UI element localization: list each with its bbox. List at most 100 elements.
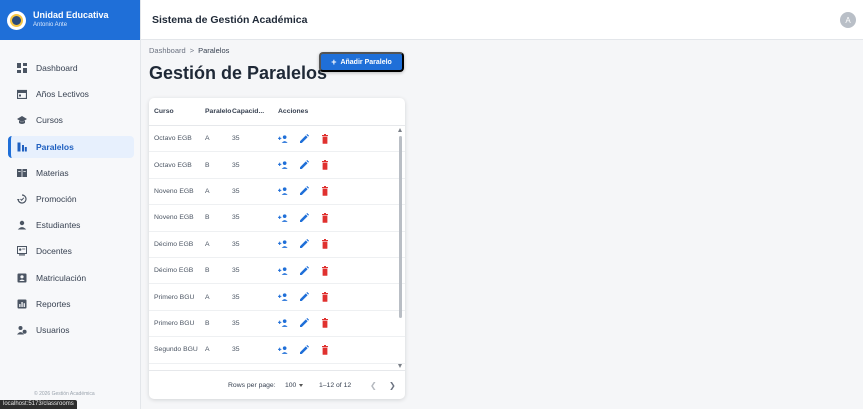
sidebar-item-promocion[interactable]: Promoción xyxy=(8,188,134,210)
avatar[interactable]: A xyxy=(840,12,856,28)
cell-acciones xyxy=(272,239,405,250)
sidebar-item-materias[interactable]: Materias xyxy=(8,162,134,184)
edit-pencil-icon[interactable] xyxy=(299,186,309,196)
delete-trash-icon[interactable] xyxy=(320,186,330,197)
assign-student-icon[interactable] xyxy=(278,213,288,223)
assign-student-icon[interactable] xyxy=(278,134,288,144)
edit-pencil-icon[interactable] xyxy=(299,318,309,328)
cell-curso: Noveno EGB xyxy=(154,187,194,195)
add-paralelo-label: Añadir Paralelo xyxy=(340,58,392,66)
cell-acciones xyxy=(272,318,405,329)
table-row[interactable]: Noveno EGB A 35 xyxy=(149,179,405,206)
table-row[interactable]: Noveno EGB B 35 xyxy=(149,205,405,232)
column-header-curso[interactable]: Curso xyxy=(149,108,201,115)
breadcrumb-separator: > xyxy=(189,46,195,55)
delete-trash-icon[interactable] xyxy=(320,160,330,170)
edit-pencil-icon[interactable] xyxy=(299,344,309,355)
table-row[interactable]: Primero BGU A 35 xyxy=(149,284,405,311)
table-row[interactable]: Décimo EGB A 35 xyxy=(149,232,405,258)
dashboard-icon xyxy=(17,63,27,73)
assign-student-icon[interactable] xyxy=(278,160,288,170)
sidebar-item-label: Dashboard xyxy=(36,63,78,73)
breadcrumb: Dashboard > Paralelos xyxy=(149,46,229,55)
edit-pencil-icon[interactable] xyxy=(299,133,309,144)
column-header-paralelo[interactable]: Paralelo xyxy=(201,108,231,115)
sidebar-item-reportes[interactable]: Reportes xyxy=(8,293,134,315)
table-scrollbar[interactable] xyxy=(398,128,403,368)
delete-trash-icon[interactable] xyxy=(320,133,330,144)
cell-capacidad: 35 xyxy=(232,214,240,222)
sidebar-nav: Dashboard Años Lectivos Cursos Paralelos… xyxy=(0,40,140,341)
sidebar-item-label: Estudiantes xyxy=(36,220,81,231)
reports-icon xyxy=(17,299,27,309)
cell-curso: Décimo EGB xyxy=(154,267,194,275)
table-row[interactable]: Segundo BGU A 35 xyxy=(149,337,405,364)
cell-capacidad: 35 xyxy=(232,267,240,275)
cell-capacidad: 35 xyxy=(232,161,240,169)
scroll-up-arrow-icon[interactable] xyxy=(398,128,402,132)
cell-curso: Octavo EGB xyxy=(154,161,192,169)
table-pagination: Rows per page: 100 1–12 of 12 ❮ ❯ xyxy=(149,370,405,399)
brand-subtitle: Antonio Ante xyxy=(33,22,68,29)
pagination-range: 1–12 of 12 xyxy=(319,381,352,389)
cell-capacidad: 35 xyxy=(232,240,240,248)
sidebar-item-label: Promoción xyxy=(36,193,77,204)
delete-trash-icon[interactable] xyxy=(320,318,330,329)
sidebar-item-paralelos[interactable]: Paralelos xyxy=(8,135,134,158)
sidebar-item-matriculacion[interactable]: Matriculación xyxy=(8,267,134,289)
sidebar-item-dashboard[interactable]: Dashboard xyxy=(8,57,134,79)
delete-trash-icon[interactable] xyxy=(320,344,330,355)
table-row[interactable]: Octavo EGB A 35 xyxy=(149,126,405,153)
cell-acciones xyxy=(272,133,405,144)
sidebar-footer: © 2026 Gestión Académica xyxy=(34,391,95,397)
sidebar-item-label: Años Lectivos xyxy=(36,89,89,100)
cell-capacidad: 35 xyxy=(232,293,240,301)
table-row[interactable]: Primero BGU B 35 xyxy=(149,311,405,338)
table-body[interactable]: Octavo EGB A 35 Octavo EGB B 35 Noveno EGB A 35 N… xyxy=(149,126,405,370)
scroll-thumb[interactable] xyxy=(399,136,402,318)
enrollment-icon xyxy=(17,273,27,282)
cell-paralelo: A xyxy=(205,293,210,301)
page-title: Gestión de Paralelos xyxy=(149,63,328,83)
plus-icon: + xyxy=(331,56,337,67)
teacher-icon xyxy=(17,246,27,256)
cell-curso: Noveno EGB xyxy=(154,214,194,222)
next-page-button[interactable]: ❯ xyxy=(389,381,396,390)
caret-down-icon xyxy=(299,383,304,387)
delete-trash-icon[interactable] xyxy=(320,212,330,223)
rows-per-page-select[interactable]: 100 xyxy=(285,382,304,389)
table-row[interactable]: Décimo EGB B 35 xyxy=(149,258,405,285)
sidebar-item-cursos[interactable]: Cursos xyxy=(8,109,134,131)
sidebar-item-label: Matriculación xyxy=(36,272,87,283)
delete-trash-icon[interactable] xyxy=(320,239,330,250)
sidebar-item-usuarios[interactable]: Usuarios xyxy=(8,319,134,341)
cell-paralelo: B xyxy=(205,161,210,169)
brand-header[interactable]: Unidad Educativa Antonio Ante xyxy=(0,0,140,40)
assign-student-icon[interactable] xyxy=(278,266,288,276)
assign-student-icon[interactable] xyxy=(278,239,288,249)
classroom-icon xyxy=(17,142,27,152)
add-paralelo-button[interactable]: + Añadir Paralelo xyxy=(319,52,404,72)
column-header-capacidad[interactable]: Capacid... xyxy=(228,108,272,115)
delete-trash-icon[interactable] xyxy=(320,265,330,276)
edit-pencil-icon[interactable] xyxy=(299,160,309,170)
sidebar-item-docentes[interactable]: Docentes xyxy=(8,240,134,262)
breadcrumb-dashboard[interactable]: Dashboard xyxy=(149,46,186,55)
assign-student-icon[interactable] xyxy=(278,186,288,196)
assign-student-icon[interactable] xyxy=(278,292,288,302)
cell-paralelo: A xyxy=(205,240,210,248)
table-row[interactable]: Octavo EGB B 35 xyxy=(149,152,405,179)
edit-pencil-icon[interactable] xyxy=(299,265,309,276)
edit-pencil-icon[interactable] xyxy=(299,292,309,302)
sidebar-item-anos-lectivos[interactable]: Años Lectivos xyxy=(8,83,134,105)
assign-student-icon[interactable] xyxy=(278,318,288,328)
edit-pencil-icon[interactable] xyxy=(299,212,309,223)
assign-student-icon[interactable] xyxy=(278,345,288,355)
previous-page-button[interactable]: ❮ xyxy=(370,381,377,390)
delete-trash-icon[interactable] xyxy=(320,292,330,302)
column-header-acciones: Acciones xyxy=(278,108,309,115)
edit-pencil-icon[interactable] xyxy=(299,239,309,249)
sidebar-item-estudiantes[interactable]: Estudiantes xyxy=(8,214,134,236)
brand-title: Unidad Educativa xyxy=(33,10,109,21)
scroll-down-arrow-icon[interactable] xyxy=(398,364,402,368)
